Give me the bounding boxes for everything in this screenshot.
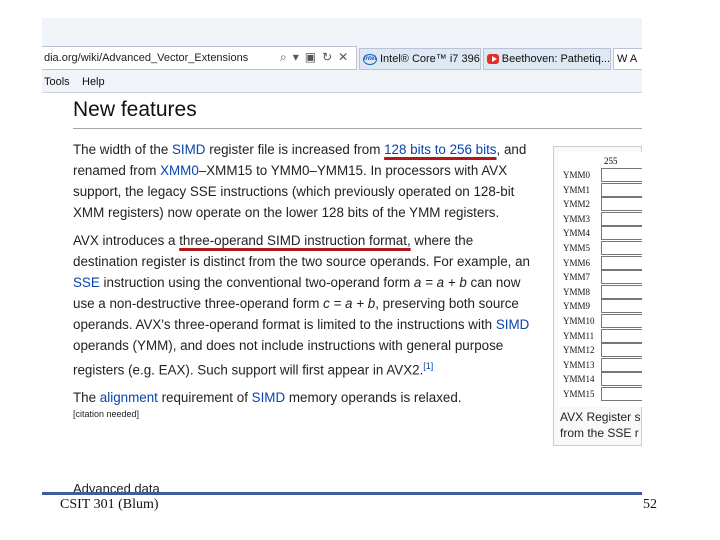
footer-course: CSIT 301 (Blum) [60, 497, 159, 512]
slide-number: 52 [643, 497, 657, 512]
article-body: The width of the SIMD register file is i… [73, 139, 533, 420]
register-row [601, 270, 642, 285]
youtube-icon [487, 54, 499, 64]
register-row [601, 372, 642, 387]
tab-intel[interactable]: intel Intel® Core™ i7 396... [359, 48, 481, 70]
register-row [601, 182, 642, 197]
link-128-to-256-bits[interactable]: 128 bits to 256 bits [384, 142, 496, 157]
register-row [601, 211, 642, 226]
register-label: YMM7 [563, 272, 591, 283]
heading-divider [73, 128, 642, 129]
register-label: YMM3 [563, 213, 591, 224]
register-label: YMM0 [563, 170, 591, 180]
register-label: YMM8 [563, 286, 591, 297]
formula-a-plus-b: a = a + b [413, 275, 467, 290]
figure-caption: AVX Register s from the SSE r [560, 409, 642, 441]
register-label: YMM9 [563, 301, 591, 312]
register-row [601, 357, 642, 372]
search-icon[interactable]: ⌕ [280, 50, 287, 65]
browser-chrome: dia.org/wiki/Advanced_Vector_Extensions … [42, 18, 642, 93]
register-label: YMM5 [563, 243, 591, 253]
register-row [601, 387, 642, 401]
link-simd-3[interactable]: SIMD [252, 390, 285, 405]
dropdown-icon[interactable]: ▾ [293, 50, 299, 65]
browser-screenshot: dia.org/wiki/Advanced_Vector_Extensions … [42, 18, 642, 493]
address-bar[interactable]: dia.org/wiki/Advanced_Vector_Extensions … [42, 46, 357, 70]
caption-line: from the SSE r [560, 426, 639, 440]
link-alignment[interactable]: alignment [100, 390, 158, 405]
tab-youtube[interactable]: Beethoven: Pathetiq... [483, 48, 611, 70]
text: memory operands is relaxed. [285, 390, 462, 406]
text: register file is increased from [205, 142, 385, 157]
text: AVX introduces a [73, 233, 180, 248]
reference-link[interactable]: [1] [423, 361, 433, 371]
section-heading: New features [73, 98, 197, 121]
close-icon[interactable]: ✕ [338, 50, 348, 65]
url-text[interactable]: dia.org/wiki/Advanced_Vector_Extensions [44, 52, 248, 64]
register-label: YMM10 [563, 316, 595, 326]
link-simd-2[interactable]: SIMD [496, 317, 529, 332]
footer-rule [42, 492, 642, 495]
intel-icon: intel [363, 53, 377, 65]
register-row [601, 226, 642, 241]
register-diagram: 255 YMM0 YMM1 YMM2 YMM3 YMM4 YMM5 YMM6 YMM7 YMM8… [559, 152, 642, 407]
citation-needed[interactable]: [citation needed] [73, 408, 533, 420]
register-figure[interactable]: 255 YMM0 YMM1 YMM2 YMM3 YMM4 YMM5 YMM6 YMM7 YMM8… [553, 146, 642, 446]
tab-label: W A [617, 53, 638, 65]
menu-tools[interactable]: Tools [44, 76, 70, 88]
compat-view-icon[interactable]: ▣ [305, 50, 316, 65]
register-row [601, 197, 642, 212]
tab-wikipedia[interactable]: W A [613, 48, 642, 70]
text: instruction using the conventional two-o… [99, 275, 414, 290]
register-label: YMM6 [563, 257, 591, 268]
bit-255-label: 255 [604, 156, 618, 166]
formula-c-eq-a-plus-b: c = a + b [323, 296, 376, 311]
register-row [601, 328, 642, 343]
text: The [73, 390, 100, 406]
tab-label: Beethoven: Pathetiq... [501, 53, 610, 65]
underlined-three-operand: three-operand SIMD instruction format, [179, 233, 411, 248]
register-row [601, 255, 642, 270]
article-content: New features The width of the SIMD regis… [42, 94, 642, 493]
register-label: YMM12 [563, 345, 595, 356]
register-row [601, 299, 642, 314]
register-label: YMM14 [563, 374, 595, 385]
link-xmm0[interactable]: XMM0 [160, 163, 199, 178]
link-simd[interactable]: SIMD [172, 142, 205, 157]
register-row [601, 241, 642, 255]
register-label: YMM13 [563, 359, 595, 370]
register-label: YMM2 [563, 199, 591, 210]
register-row [601, 314, 642, 328]
paragraph-alignment: The alignment requirement of SIMD memory… [73, 387, 533, 408]
menu-bar: Tools Help [42, 74, 642, 92]
register-row [601, 343, 642, 358]
paragraph-three-operand: AVX introduces a three-operand SIMD inst… [73, 230, 533, 380]
register-label: YMM15 [563, 389, 595, 399]
register-label: YMM4 [563, 228, 591, 239]
text: requirement of [157, 390, 252, 406]
register-label: YMM1 [563, 184, 591, 195]
tab-label: Intel® Core™ i7 396... [380, 53, 481, 65]
register-row [601, 284, 642, 299]
caption-line: AVX Register s [560, 410, 641, 424]
link-sse[interactable]: SSE [73, 275, 100, 290]
refresh-icon[interactable]: ↻ [322, 50, 332, 65]
register-row [601, 168, 642, 182]
text: operands (YMM), and does not include ins… [73, 338, 504, 378]
menu-help[interactable]: Help [82, 76, 105, 88]
text: The width of the [73, 142, 172, 157]
register-label: YMM11 [563, 330, 595, 341]
paragraph-register-width: The width of the SIMD register file is i… [73, 139, 533, 223]
address-bar-icons: ⌕ ▾ ▣ ↻ ✕ [280, 50, 348, 65]
